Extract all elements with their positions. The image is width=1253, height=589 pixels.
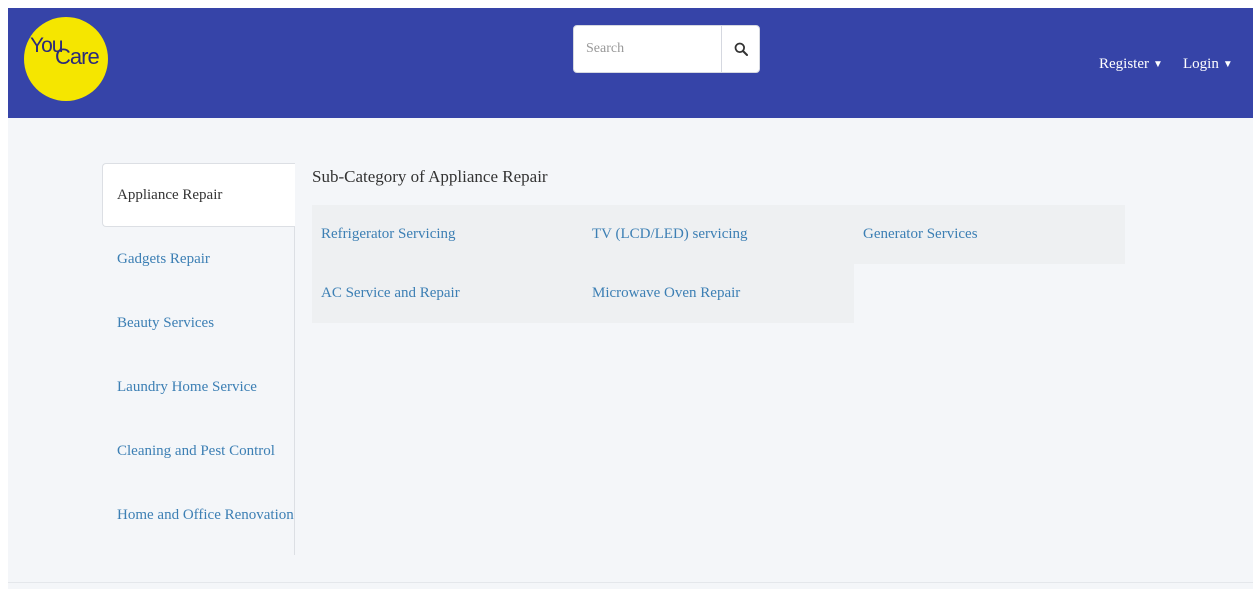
- page: You Care Register▼ Login▼ Appliance Repa…: [8, 8, 1253, 589]
- subcategory-row: AC Service and Repair Microwave Oven Rep…: [312, 264, 1125, 323]
- register-label: Register: [1099, 56, 1149, 72]
- subcategory-microwave-oven-repair[interactable]: Microwave Oven Repair: [583, 264, 854, 323]
- subcategory-row: Refrigerator Servicing TV (LCD/LED) serv…: [312, 205, 1125, 264]
- subcategory-heading: Sub-Category of Appliance Repair: [312, 167, 548, 186]
- search-box: [573, 25, 760, 73]
- search-input[interactable]: [575, 27, 721, 71]
- caret-down-icon: ▼: [1153, 59, 1163, 70]
- logo-text-care: Care: [55, 44, 100, 69]
- sidebar-item-gadgets-repair[interactable]: Gadgets Repair: [102, 227, 294, 291]
- sidebar-item-appliance-repair[interactable]: Appliance Repair: [102, 163, 295, 227]
- login-label: Login: [1183, 56, 1219, 72]
- login-dropdown[interactable]: Login ▼: [1183, 56, 1233, 73]
- sidebar-item-cleaning-pest-control[interactable]: Cleaning and Pest Control: [102, 419, 294, 483]
- sidebar-item-home-office-renovation[interactable]: Home and Office Renovation: [102, 483, 294, 547]
- top-navbar: You Care Register▼ Login▼: [8, 8, 1253, 118]
- sidebar-item-laundry-home-service[interactable]: Laundry Home Service: [102, 355, 294, 419]
- sidebar-item-beauty-services[interactable]: Beauty Services: [102, 291, 294, 355]
- youcare-logo[interactable]: You Care: [24, 17, 108, 101]
- caret-down-icon: ▼: [1222, 59, 1233, 70]
- register-dropdown[interactable]: Register ▼: [1099, 56, 1163, 73]
- search-button[interactable]: [721, 26, 759, 72]
- footer-divider: [8, 582, 1253, 583]
- subcategory-generator-services[interactable]: Generator Services: [854, 205, 1125, 264]
- category-sidebar: Appliance Repair Gadgets Repair Beauty S…: [102, 163, 295, 555]
- search-icon: [734, 42, 748, 56]
- subcategory-refrigerator-servicing[interactable]: Refrigerator Servicing: [312, 205, 583, 264]
- subcategory-ac-service-repair[interactable]: AC Service and Repair: [312, 264, 583, 323]
- subcategory-tv-servicing[interactable]: TV (LCD/LED) servicing: [583, 205, 854, 264]
- subcategory-grid: Refrigerator Servicing TV (LCD/LED) serv…: [312, 205, 1125, 323]
